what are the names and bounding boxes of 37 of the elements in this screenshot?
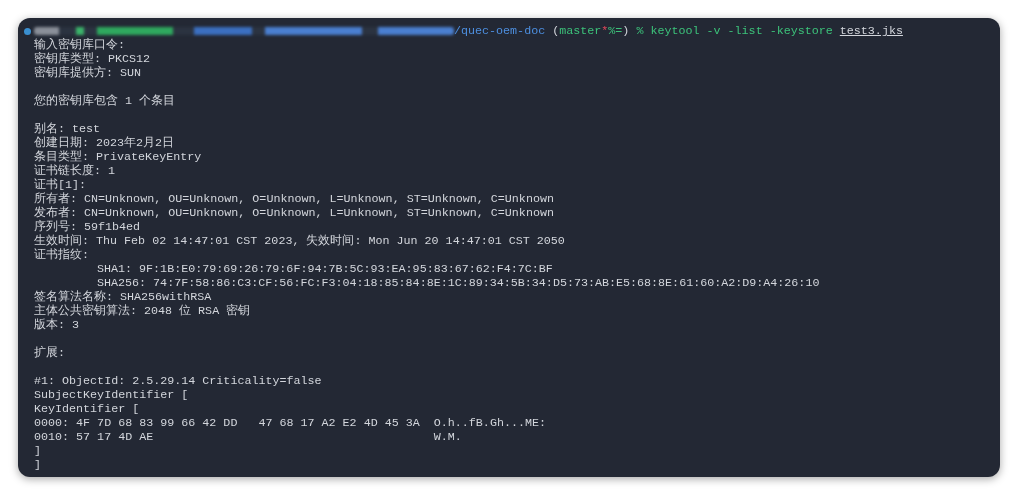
output-line: #1: ObjectId: 2.5.29.14 Criticality=false xyxy=(34,374,322,388)
output-line: 证书[1]: xyxy=(34,178,87,192)
output-line: ] xyxy=(34,444,41,458)
prompt-paren: ) xyxy=(622,24,630,38)
output-line: 版本: 3 xyxy=(34,318,80,332)
prompt-symbol: % xyxy=(636,24,644,38)
output-line: 0000: 4F 7D 68 83 99 66 42 DD 47 68 17 A2 E2 4D 45 3A O.h..fB.Gh...ME: xyxy=(34,416,546,430)
output-line: 条目类型: PrivateKeyEntry xyxy=(34,150,202,164)
output-line: 创建日期: 2023年2月2日 xyxy=(34,136,175,150)
output-line: 证书指纹: xyxy=(34,248,89,262)
output-line: SHA1: 9F:1B:E0:79:69:26:79:6F:94:7B:5C:93:EA:95:83:67:62:F4:7C:BF xyxy=(97,262,553,276)
output-line: 扩展: xyxy=(34,346,65,360)
output-line: 输入密钥库口令: xyxy=(34,38,125,52)
output-line: 签名算法名称: SHA256withRSA xyxy=(34,290,212,304)
command-argument: test3.jks xyxy=(839,24,903,38)
output-line: KeyIdentifier [ xyxy=(34,402,140,416)
output-line: SHA256: 74:7F:58:86:C3:CF:56:FC:F3:04:18:85:84:8E:1C:89:34:5B:34:D5:73:AB:E5:68:8E:61:60:A2:D9:A4:26:10 xyxy=(97,276,820,290)
prompt-path: /quec-oem-doc xyxy=(454,24,546,38)
output-line: SubjectKeyIdentifier [ xyxy=(34,388,189,402)
output-line: 0010: 57 17 4D AE W.M. xyxy=(34,430,462,444)
output-line: 别名: test xyxy=(34,122,101,136)
output-line: 生效时间: Thu Feb 02 14:47:01 CST 2023, 失效时间: Mon Jun 20 14:47:01 CST 2050 xyxy=(34,234,565,248)
output-line: 所有者: CN=Unknown, OU=Unknown, O=Unknown, L=Unknown, ST=Unknown, C=Unknown xyxy=(34,192,554,206)
output-line: 主体公共密钥算法: 2048 位 RSA 密钥 xyxy=(34,304,251,318)
git-dirty-mark: * xyxy=(601,24,609,38)
output-line: 密钥库类型: PKCS12 xyxy=(34,52,151,66)
git-status-mark: %= xyxy=(608,24,623,38)
output-line: 密钥库提供方: SUN xyxy=(34,66,142,80)
command-text: keytool -v -list -keystore xyxy=(650,24,833,38)
output-line: 您的密钥库包含 1 个条目 xyxy=(34,94,176,108)
output-line: 发布者: CN=Unknown, OU=Unknown, O=Unknown, L=Unknown, ST=Unknown, C=Unknown xyxy=(34,206,554,220)
output-line: 证书链长度: 1 xyxy=(34,164,116,178)
git-branch: master xyxy=(559,24,602,38)
output-line: ] xyxy=(34,458,41,472)
output-line: 序列号: 59f1b4ed xyxy=(34,220,141,234)
status-dot-icon xyxy=(24,27,31,35)
prompt-paren: ( xyxy=(552,24,560,38)
